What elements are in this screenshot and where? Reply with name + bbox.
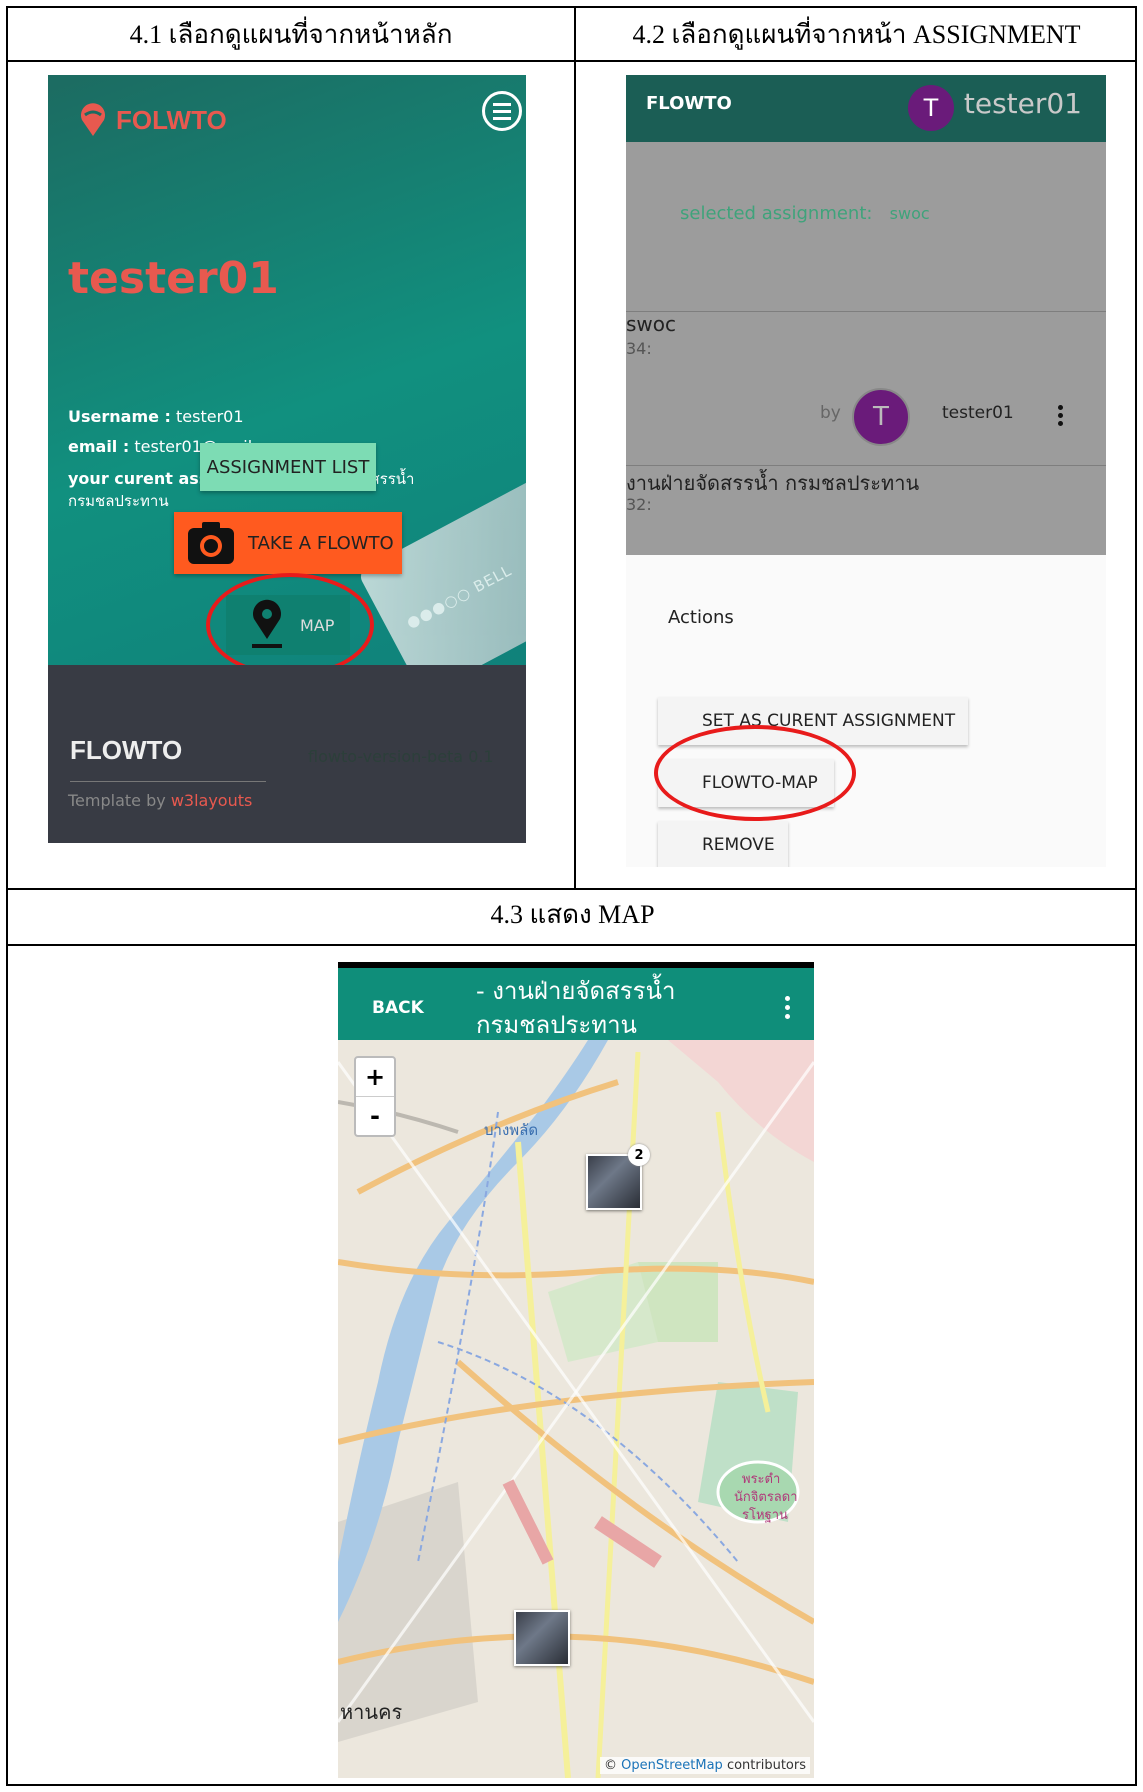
zoom-in-button[interactable]: + <box>356 1058 394 1097</box>
phone-text: ●●●○○ BELL <box>403 561 515 632</box>
user-name: tester01 <box>963 87 1082 120</box>
home-screen: ●●●○○ BELL FOLWTO tester01 Username : te… <box>48 75 526 843</box>
highlight-ring <box>206 573 374 677</box>
app-logo[interactable]: FOLWTO <box>76 103 227 137</box>
username-heading: tester01 <box>68 253 279 304</box>
w3layouts-link[interactable]: w3layouts <box>171 791 253 810</box>
map-attribution: © OpenStreetMap contributors <box>600 1757 810 1774</box>
remove-button[interactable]: REMOVE <box>658 821 788 867</box>
assignment-row-cont: กรมชลประทาน <box>68 492 169 510</box>
footer-title: FLOWTO <box>70 735 183 765</box>
table-rule <box>8 944 1135 946</box>
table-rule <box>8 888 1135 890</box>
username-row: Username : tester01 <box>68 407 244 426</box>
footer-template: Template by w3layouts <box>68 791 253 810</box>
hamburger-menu-icon[interactable] <box>482 91 522 131</box>
zoom-control: + - <box>354 1056 396 1137</box>
map-pin-icon <box>81 103 105 136</box>
map-title: - งานฝ่ายจัดสรรน้ำ กรมชลประทาน <box>476 977 676 1039</box>
selected-assignment: selected assignment: swoc <box>680 203 930 224</box>
logo-text: FOLWTO <box>116 104 227 135</box>
table-rule <box>574 8 576 888</box>
osm-link[interactable]: OpenStreetMap <box>621 1758 723 1773</box>
photo-marker[interactable] <box>514 1610 570 1666</box>
cluster-count-badge: 2 <box>628 1144 650 1166</box>
more-vert-icon[interactable] <box>1058 405 1082 426</box>
actions-sheet: Actions SET AS CURENT ASSIGNMENT FLOWTO-… <box>626 555 1106 867</box>
footer: FLOWTO flowto-version-beta 0.1 Template … <box>48 665 526 843</box>
highlight-ring <box>654 725 856 821</box>
back-button[interactable]: BACK <box>372 998 424 1018</box>
zoom-out-button[interactable]: - <box>356 1097 394 1135</box>
actions-title: Actions <box>668 607 734 628</box>
map-label-palace-3: รโหฐาน <box>742 1508 788 1523</box>
brand: FLOWTO <box>646 93 732 114</box>
map-label-left: หานคร <box>340 1700 403 1724</box>
assignment-list-button[interactable]: ASSIGNMENT LIST <box>200 443 376 491</box>
list-item-sub: 34: <box>626 339 652 358</box>
map-label-bangphlat: บางพลัด <box>484 1121 539 1139</box>
map-screen: BACK - งานฝ่ายจัดสรรน้ำ กรมชลประทาน + - บ… <box>338 962 814 1778</box>
avatar[interactable]: T <box>908 85 954 131</box>
take-flowto-button[interactable]: TAKE A FLOWTO <box>174 512 402 574</box>
app-bar: BACK - งานฝ่ายจัดสรรน้ำ กรมชลประทาน <box>338 962 814 1040</box>
list-item-title[interactable]: swoc <box>626 312 676 336</box>
assignment-screen: FLOWTO T tester01 selected assignment: s… <box>626 75 1106 867</box>
divider <box>626 465 1106 466</box>
more-vert-icon[interactable] <box>785 996 790 1019</box>
list-item-title[interactable]: งานฝ่ายจัดสรรน้ำ กรมชลประทาน <box>626 467 919 499</box>
caption-4-1: 4.1 เลือกดูแผนที่จากหน้าหลัก <box>129 20 453 49</box>
by-label: by <box>820 403 841 423</box>
table-rule <box>8 60 1135 62</box>
item-avatar: T <box>852 388 910 446</box>
footer-divider <box>70 781 266 782</box>
phone-image: ●●●○○ BELL <box>357 473 526 697</box>
list-item-sub: 32: <box>626 495 652 514</box>
map-canvas[interactable] <box>338 962 814 1778</box>
camera-icon <box>188 522 234 564</box>
caption-4-2: 4.2 เลือกดูแผนที่จากหน้า ASSIGNMENT <box>632 20 1081 49</box>
item-user: tester01 <box>942 403 1014 423</box>
take-flowto-label: TAKE A FLOWTO <box>248 532 394 554</box>
divider <box>626 311 1106 312</box>
footer-version: flowto-version-beta 0.1 <box>308 747 494 766</box>
top-bar: FLOWTO T tester01 <box>626 75 1106 142</box>
caption-4-3: 4.3 แสดง MAP <box>490 900 655 929</box>
